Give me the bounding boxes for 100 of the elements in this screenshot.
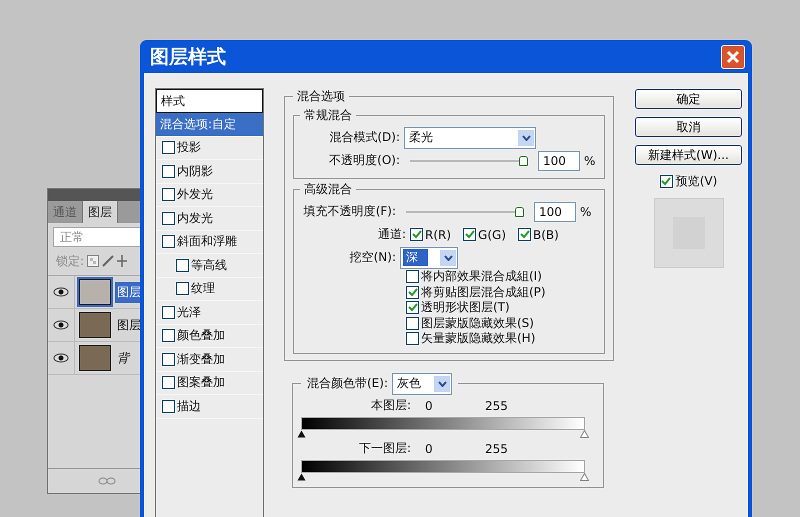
checkbox[interactable] (406, 301, 419, 314)
eye-icon[interactable] (53, 320, 69, 330)
checkbox[interactable] (162, 141, 175, 154)
high-slider-thumb[interactable] (580, 430, 589, 438)
blend-mode-label: 混合模式(D): (328, 129, 400, 146)
preview-checkbox[interactable]: 预览(V) (660, 173, 718, 190)
checkbox[interactable] (406, 332, 419, 346)
style-label: 渐变叠加 (177, 350, 225, 368)
style-list-item[interactable]: 颜色叠加 (156, 324, 263, 348)
band-high-value: 255 (485, 398, 508, 412)
style-list-item[interactable]: 投影 (156, 136, 263, 160)
checkbox[interactable] (162, 376, 175, 390)
fill-opacity-input[interactable]: 100 (534, 202, 576, 222)
brush-icon[interactable] (102, 255, 114, 267)
band-label: 本图层: (370, 397, 411, 414)
checkbox[interactable] (162, 352, 175, 366)
checkbox[interactable] (410, 228, 423, 241)
style-list-item[interactable]: 内阴影 (156, 160, 263, 184)
opacity-input[interactable]: 100 (538, 150, 580, 170)
checkbox-label: 将内部效果混合成組(I) (421, 268, 542, 286)
checker-lock-icon[interactable] (87, 255, 100, 267)
blend-if-dropdown[interactable]: 灰色 (392, 372, 452, 394)
style-list-item[interactable]: 内发光 (156, 207, 263, 230)
checkbox-label: 矢量蒙版隐藏效果(H) (421, 330, 536, 348)
style-list-item[interactable]: 纹理 (156, 278, 263, 301)
blend-mode-dropdown[interactable]: 柔光 (404, 126, 536, 148)
low-slider-thumb[interactable] (297, 472, 306, 480)
channel-checkbox[interactable]: G(G) (463, 228, 506, 242)
checkbox[interactable] (660, 175, 673, 188)
option-checkbox[interactable]: 矢量蒙版隐藏效果(H) (406, 331, 598, 346)
close-button[interactable] (721, 44, 745, 68)
section-title: 混合选项 (296, 88, 346, 105)
style-label: 光泽 (177, 304, 201, 321)
checkbox[interactable] (162, 188, 175, 202)
checkbox[interactable] (162, 235, 175, 248)
eye-icon[interactable] (53, 353, 69, 363)
dialog-button[interactable]: 确定 (635, 89, 742, 109)
checkbox[interactable] (162, 212, 175, 225)
checkbox[interactable] (162, 306, 175, 319)
style-list-item[interactable]: 斜面和浮雕 (156, 230, 263, 254)
checkbox[interactable] (406, 286, 419, 299)
channel-checkbox[interactable]: R(R) (410, 228, 452, 242)
dialog-button[interactable]: 新建样式(W)... (635, 145, 742, 165)
style-list-item[interactable]: 描边 (156, 395, 263, 418)
checkbox[interactable] (406, 270, 419, 284)
style-list-item[interactable]: 外发光 (156, 184, 263, 207)
style-list-item[interactable]: 等高线 (156, 254, 263, 278)
checkbox[interactable] (176, 258, 189, 272)
style-label: 内发光 (177, 210, 213, 227)
band-low-value: 0 (424, 398, 434, 412)
checkbox-label: 透明形状图层(T) (421, 299, 510, 316)
style-label: 颜色叠加 (177, 327, 225, 344)
checkbox[interactable] (463, 228, 476, 241)
knockout-dropdown[interactable]: 深 (400, 246, 458, 268)
checkbox[interactable] (162, 329, 175, 342)
style-label: 纹理 (191, 280, 215, 298)
list-header[interactable]: 样式 (156, 89, 263, 113)
blend-if-label: 混合颜色带(E): (307, 375, 388, 392)
style-label: 等高线 (191, 256, 227, 274)
photo-placeholder (79, 345, 111, 371)
option-checkbox[interactable]: 图层蒙版隐藏效果(S) (406, 316, 598, 331)
eye-icon[interactable] (53, 287, 69, 297)
fill-opacity-label: 填充不透明度(F): (302, 203, 396, 220)
band-high-value: 255 (485, 442, 508, 456)
option-checkbox[interactable]: 透明形状图层(T) (406, 300, 598, 316)
style-list-item[interactable]: 图案叠加 (156, 372, 263, 395)
lock-label: 锁定: (56, 252, 84, 270)
opacity-label: 不透明度(O): (328, 152, 400, 169)
style-label: 内阴影 (177, 162, 213, 180)
move-icon[interactable] (117, 255, 128, 267)
low-slider-thumb[interactable] (297, 430, 306, 438)
checkbox[interactable] (406, 316, 419, 330)
window-title: 图层样式 (150, 44, 226, 70)
checkbox[interactable] (162, 400, 175, 413)
layer-thumbnail (79, 279, 111, 305)
style-label: 斜面和浮雕 (177, 233, 237, 250)
dropdown-value: 深 (403, 249, 428, 266)
channel-checkbox[interactable]: B(B) (518, 228, 559, 242)
option-checkbox[interactable]: 将内部效果混合成組(I) (406, 269, 598, 284)
style-label: 图案叠加 (177, 374, 225, 392)
checkbox[interactable] (162, 164, 175, 178)
caret-icon (434, 376, 450, 392)
style-list-item[interactable]: 混合选项:自定 (156, 113, 263, 136)
knockout-label: 挖空(N): (348, 249, 396, 266)
style-list-item[interactable]: 渐变叠加 (156, 348, 263, 372)
checkbox-label: 将剪贴图层混合成組(P) (421, 284, 546, 301)
checkbox[interactable] (518, 228, 532, 241)
style-label: 投影 (177, 139, 201, 156)
panel-tab[interactable]: 图层 (83, 201, 118, 223)
option-checkbox[interactable]: 将剪贴图层混合成組(P) (406, 284, 598, 300)
caret-icon (518, 130, 534, 146)
dialog-button[interactable]: 取消 (635, 117, 742, 137)
slider-thumb[interactable] (515, 206, 524, 216)
slider-thumb[interactable] (519, 156, 528, 166)
channels-label: 通道: (376, 226, 406, 243)
style-list-item[interactable]: 光泽 (156, 301, 263, 324)
high-slider-thumb[interactable] (580, 472, 589, 480)
photo-placeholder (79, 312, 111, 338)
checkbox[interactable] (176, 282, 189, 296)
checkbox-label: 预览(V) (676, 173, 718, 190)
